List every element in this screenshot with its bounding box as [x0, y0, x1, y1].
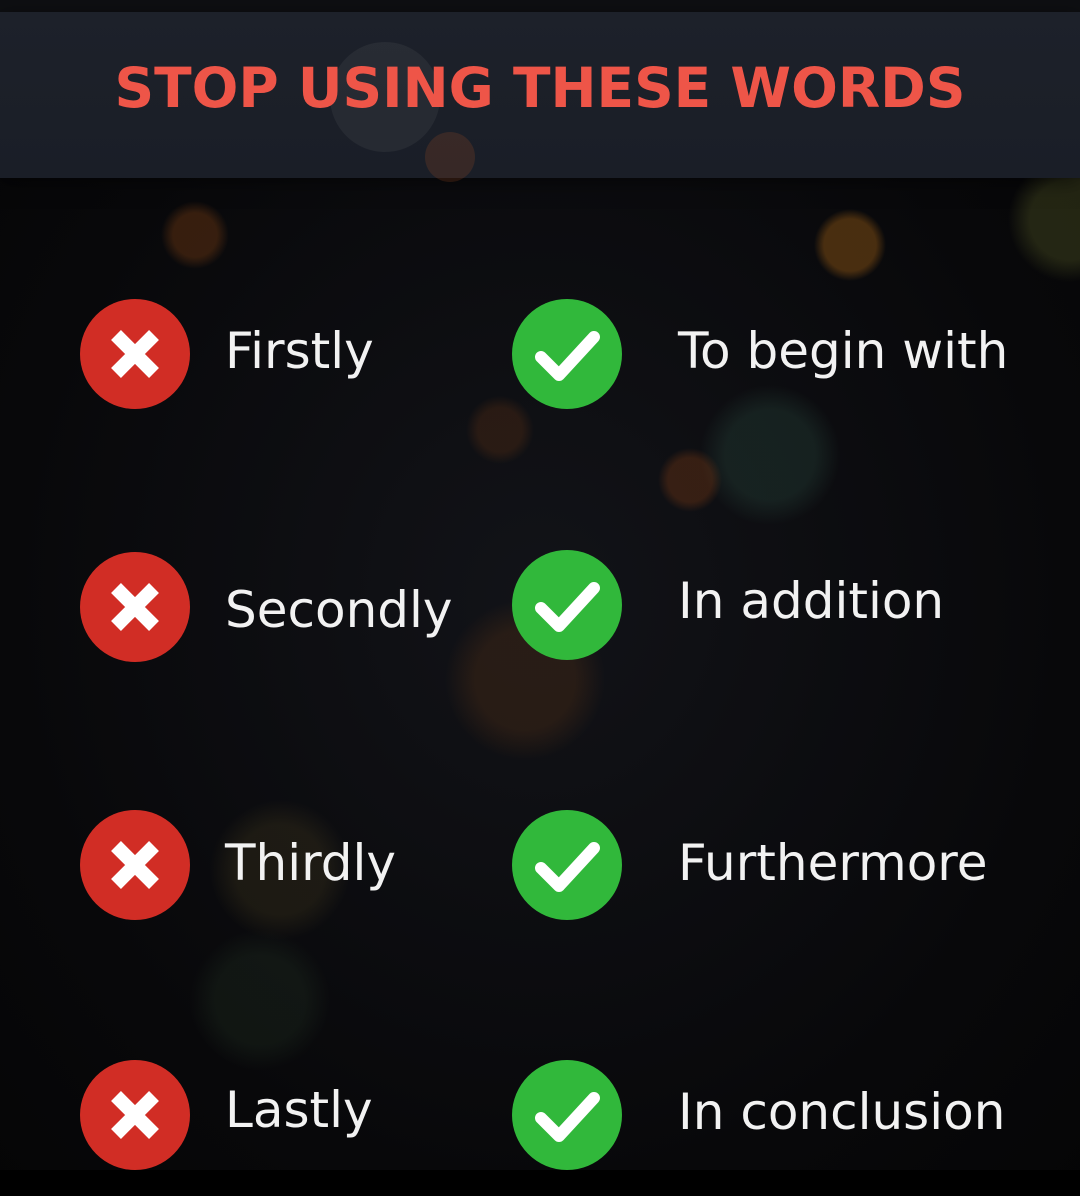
page-title: STOP USING THESE WORDS: [114, 56, 966, 120]
check-mark-icon: [512, 1060, 622, 1170]
x-cross-icon: [80, 552, 190, 662]
avoid-word: Lastly: [225, 1081, 373, 1139]
bokeh-light: [425, 132, 475, 182]
word-pair-row: Thirdly Furthermore: [0, 810, 1080, 930]
top-edge: [0, 0, 1080, 12]
use-word: Furthermore: [678, 834, 988, 892]
avoid-word: Firstly: [225, 322, 374, 380]
bottom-edge: [0, 1170, 1080, 1196]
x-cross-icon: [80, 810, 190, 920]
avoid-word: Secondly: [225, 581, 453, 639]
infographic: STOP USING THESE WORDS Firstly To begin …: [0, 0, 1080, 1196]
avoid-word: Thirdly: [225, 834, 397, 892]
x-cross-icon: [80, 299, 190, 409]
x-cross-icon: [80, 1060, 190, 1170]
use-word: In addition: [678, 572, 945, 630]
word-pair-row: Firstly To begin with: [0, 297, 1080, 417]
check-mark-icon: [512, 810, 622, 920]
word-pair-row: Lastly In conclusion: [0, 1058, 1080, 1178]
check-mark-icon: [512, 550, 622, 660]
check-mark-icon: [512, 299, 622, 409]
word-pair-row: Secondly In addition: [0, 550, 1080, 670]
use-word: To begin with: [678, 322, 1009, 380]
use-word: In conclusion: [678, 1083, 1006, 1141]
